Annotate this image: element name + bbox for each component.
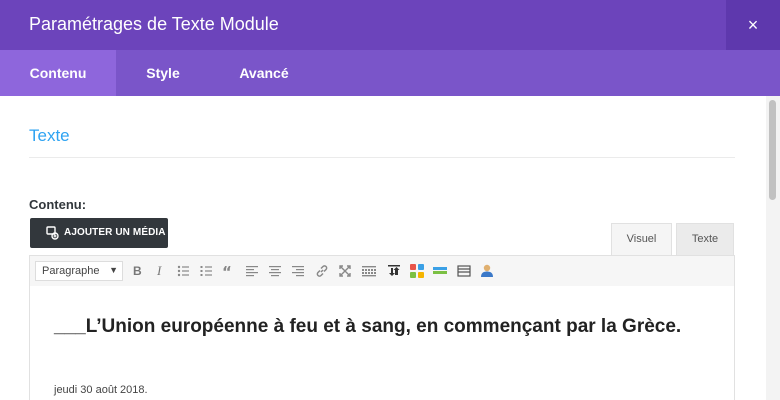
tab-avance[interactable]: Avancé: [210, 50, 318, 96]
numbered-list-button[interactable]: [197, 262, 215, 280]
fullscreen-icon: [339, 265, 351, 277]
layout-grid-icon: [410, 264, 424, 278]
user-button[interactable]: [478, 262, 496, 280]
bold-icon: B: [133, 264, 142, 278]
svg-text:I: I: [156, 263, 162, 278]
close-icon: ×: [747, 15, 759, 35]
align-left-icon: [246, 266, 258, 277]
table-button[interactable]: [455, 262, 473, 280]
add-media-button[interactable]: AJOUTER UN MÉDIA: [30, 218, 168, 248]
settings-content: Texte Contenu: AJOUTER UN MÉDIA Visuel T…: [0, 96, 766, 400]
close-button[interactable]: ×: [726, 0, 780, 50]
modal-title: Paramétrages de Texte Module: [29, 14, 279, 34]
italic-icon: I: [156, 263, 162, 278]
divider-button[interactable]: [431, 262, 449, 280]
rich-text-editor[interactable]: ___L’Union européenne à feu et à sang, e…: [29, 286, 735, 400]
tab-contenu[interactable]: Contenu: [0, 50, 116, 96]
toolbar-toggle-icon: [362, 266, 376, 277]
module-settings-modal: Paramétrages de Texte Module × Contenu S…: [0, 0, 780, 400]
content-field-label: Contenu:: [29, 197, 87, 212]
svg-text:B: B: [133, 264, 142, 278]
editor-tab-visual[interactable]: Visuel: [611, 223, 672, 255]
align-center-icon: [269, 266, 281, 277]
editor-heading: ___L’Union européenne à feu et à sang, e…: [54, 316, 682, 337]
bullet-list-icon: [177, 265, 189, 277]
download-icon: [388, 265, 400, 276]
paragraph-format-select[interactable]: Paragraphe ▼: [35, 261, 123, 281]
blockquote-button[interactable]: “: [220, 262, 238, 280]
editor-date: jeudi 30 août 2018.: [54, 384, 148, 396]
link-icon: [316, 265, 328, 277]
italic-button[interactable]: I: [151, 262, 169, 280]
align-center-button[interactable]: [266, 262, 284, 280]
align-right-button[interactable]: [289, 262, 307, 280]
add-media-icon: [46, 226, 59, 240]
table-icon: [457, 265, 471, 277]
content-scrollbar[interactable]: [766, 96, 780, 400]
bold-button[interactable]: B: [128, 262, 146, 280]
layout-grid-button[interactable]: [408, 262, 426, 280]
section-divider: [29, 157, 735, 158]
svg-text:“: “: [222, 263, 232, 280]
editor-tab-text[interactable]: Texte: [676, 223, 734, 255]
scrollbar-thumb[interactable]: [769, 100, 776, 200]
settings-tabs: Contenu Style Avancé: [0, 50, 780, 96]
modal-header: Paramétrages de Texte Module ×: [0, 0, 780, 50]
fullscreen-button[interactable]: [336, 262, 354, 280]
editor-toolbar: Paragraphe ▼ B I “: [29, 255, 735, 287]
align-left-button[interactable]: [243, 262, 261, 280]
toolbar-toggle-button[interactable]: [360, 262, 378, 280]
divider-icon: [433, 267, 447, 274]
section-title: Texte: [29, 126, 70, 145]
user-icon: [481, 264, 493, 277]
chevron-down-icon: ▼: [109, 265, 118, 275]
align-right-icon: [292, 266, 304, 277]
download-button[interactable]: [385, 262, 403, 280]
numbered-list-icon: [200, 266, 212, 276]
blockquote-icon: “: [222, 263, 232, 280]
bullet-list-button[interactable]: [174, 262, 192, 280]
link-button[interactable]: [313, 262, 331, 280]
format-select-value: Paragraphe: [42, 265, 100, 277]
add-media-label: AJOUTER UN MÉDIA: [64, 227, 166, 238]
tab-style[interactable]: Style: [116, 50, 210, 96]
